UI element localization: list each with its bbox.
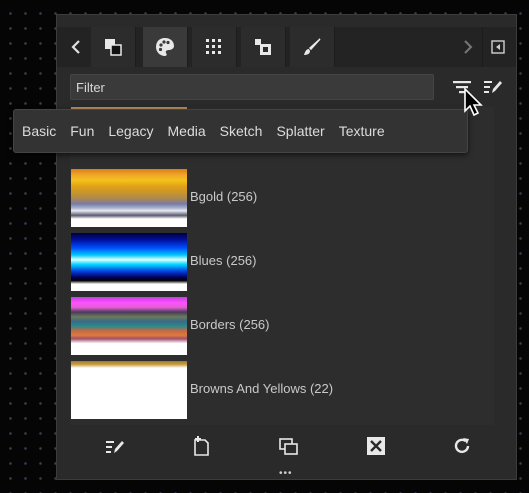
collapse-panel-icon (491, 40, 505, 54)
grid-dots-icon (206, 39, 221, 54)
category-basic[interactable]: Basic (22, 123, 56, 139)
palette-item[interactable]: Borders (256) (70, 297, 494, 359)
category-legacy[interactable]: Legacy (108, 123, 153, 139)
palette-label: Borders (256) (190, 317, 270, 332)
palette-list: Bgold (256) Blues (256) Borders (256) Br… (70, 107, 494, 425)
tab-swatches[interactable] (91, 27, 136, 67)
tab-brushes[interactable] (290, 27, 335, 67)
duplicate-palette-button[interactable] (276, 435, 302, 459)
category-sketch[interactable]: Sketch (220, 123, 263, 139)
new-palette-button[interactable] (188, 434, 214, 458)
color-swatch-icon (105, 39, 122, 56)
palette-thumbnail (71, 233, 187, 291)
palette-item[interactable]: Blues (256) (70, 233, 494, 295)
edit-icon (484, 81, 502, 93)
new-palette-icon (194, 436, 209, 456)
edit-icon (106, 441, 124, 453)
palettes-dock: Bgold (256) Blues (256) Borders (256) Br… (56, 14, 517, 480)
category-filter-popup: Basic Fun Legacy Media Sketch Splatter T… (13, 109, 468, 153)
edit-palette-button[interactable] (102, 435, 128, 459)
palette-thumbnail (71, 169, 187, 227)
chevron-left-icon (71, 40, 80, 54)
tab-palettes[interactable] (143, 27, 188, 67)
delete-icon (367, 437, 385, 455)
tab-scroll-left-button[interactable] (65, 27, 87, 67)
category-splatter[interactable]: Splatter (276, 123, 324, 139)
layers-icon (255, 39, 271, 55)
palette-thumbnail (71, 297, 187, 355)
palette-item[interactable]: Bgold (256) (70, 169, 494, 231)
chevron-right-icon (464, 40, 473, 54)
tab-pattern[interactable] (192, 27, 237, 67)
dock-tab-bar (57, 27, 516, 67)
category-fun[interactable]: Fun (70, 123, 94, 139)
refresh-icon (454, 438, 470, 454)
palette-label: Bgold (256) (190, 189, 258, 204)
palette-label: Browns And Yellows (22) (190, 381, 334, 396)
mouse-pointer-icon (464, 88, 483, 117)
palette-label: Blues (256) (190, 253, 257, 268)
bottom-toolbar (57, 427, 516, 467)
palette-icon (156, 38, 174, 56)
palette-thumbnail (71, 361, 187, 419)
category-texture[interactable]: Texture (339, 123, 385, 139)
tab-layers[interactable] (241, 27, 286, 67)
brush-icon (304, 38, 321, 55)
filter-row (57, 70, 516, 104)
refresh-button[interactable] (449, 434, 475, 458)
collapse-dock-button[interactable] (482, 27, 513, 67)
delete-palette-button[interactable] (363, 434, 389, 458)
tab-scroll-right-button[interactable] (457, 27, 479, 67)
filter-input[interactable] (70, 74, 434, 100)
resize-handle[interactable]: ••• (279, 468, 293, 479)
palette-item[interactable]: Browns And Yellows (22) (70, 361, 494, 423)
category-media[interactable]: Media (168, 123, 206, 139)
duplicate-icon (279, 438, 298, 455)
